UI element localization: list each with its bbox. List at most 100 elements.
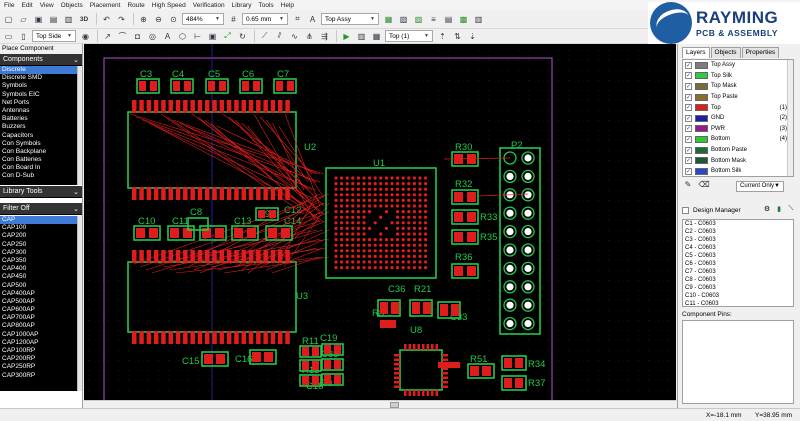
design-item[interactable]: C4 - C0603 xyxy=(683,244,793,252)
eraser-icon[interactable]: ⌫ xyxy=(698,180,710,192)
layer-row[interactable]: ✓ Bottom Mask xyxy=(683,155,793,166)
filter-dropdown[interactable]: Filter Off ⌄ xyxy=(0,203,82,215)
grid-icon[interactable]: # xyxy=(227,13,240,26)
layer-visible-checkbox[interactable]: ✓ xyxy=(685,72,692,80)
layer-row[interactable]: ✓ Top Paste xyxy=(683,92,793,103)
pcb-layout[interactable]: C3 C4 C5 C6 C7U2U1P2R30R32R33R35R36C10 C11C8C… xyxy=(84,44,676,400)
binoculars-icon[interactable]: ◉ xyxy=(79,30,92,43)
layer-row[interactable]: ✓ Top Assy xyxy=(683,60,793,71)
horizontal-scrollbar[interactable] xyxy=(84,400,676,408)
layer-visible-checkbox[interactable]: ✓ xyxy=(685,61,692,69)
component-category-item[interactable]: Buzzers xyxy=(0,123,82,131)
layer-stack-icon[interactable]: ▦ xyxy=(382,13,395,26)
stop-icon[interactable]: ▥ xyxy=(355,30,368,43)
menu-item[interactable]: High Speed xyxy=(152,2,186,9)
component-category-item[interactable]: Con Batteries xyxy=(0,156,82,164)
side-select[interactable]: Top Side ▼ xyxy=(32,30,76,42)
open-folder-icon[interactable]: ▱ xyxy=(17,13,30,26)
components-dropdown[interactable]: Components ⌄ xyxy=(0,54,82,66)
layer-visible-checkbox[interactable]: ✓ xyxy=(685,157,692,165)
layer-color-swatch[interactable] xyxy=(695,157,708,165)
component-category-item[interactable]: Net Ports xyxy=(0,99,82,107)
layer-color-swatch[interactable] xyxy=(695,82,708,90)
design-item[interactable]: C11 - C0603 xyxy=(683,300,793,306)
tab-objects[interactable]: Objects xyxy=(710,47,741,58)
design-item[interactable]: C6 - C0603 xyxy=(683,260,793,268)
layer-color-swatch[interactable] xyxy=(695,72,708,80)
pcb-canvas[interactable]: C3 C4 C5 C6 C7 U2 U1 P2 R30 R32 R33 R35 R36 C10 C11 C8 C… xyxy=(84,44,676,400)
menu-item[interactable]: Library xyxy=(232,2,252,9)
polygon-icon[interactable]: ⬡ xyxy=(176,30,189,43)
part-item[interactable]: CAP800AP xyxy=(0,322,82,330)
interactive-route-icon[interactable]: ⟋ xyxy=(258,30,271,43)
part-item[interactable]: CAP700AP xyxy=(0,314,82,322)
design-item[interactable]: C2 - C0603 xyxy=(683,228,793,236)
text-layer-icon[interactable]: A xyxy=(306,13,319,26)
layer-set-select[interactable]: Top Assy ▼ xyxy=(321,13,379,25)
layer-row[interactable]: ✓ Bottom Silk xyxy=(683,166,793,177)
zoom-select[interactable]: 484% ▼ xyxy=(182,13,224,25)
scrollbar[interactable] xyxy=(787,60,793,176)
layer-visible-checkbox[interactable]: ✓ xyxy=(685,146,692,154)
undo-icon[interactable]: ↶ xyxy=(100,13,113,26)
drc-icon[interactable]: ▨ xyxy=(412,13,425,26)
component-category-item[interactable]: Symbols xyxy=(0,82,82,90)
layer-row[interactable]: ✓ GND (2) xyxy=(683,113,793,124)
menu-item[interactable]: File xyxy=(4,2,14,9)
layer-visible-checkbox[interactable]: ✓ xyxy=(685,167,692,175)
route-arc-icon[interactable]: ⌒ xyxy=(116,30,129,43)
place-text-icon[interactable]: A xyxy=(161,30,174,43)
part-item[interactable]: CAP300RP xyxy=(0,372,82,380)
part-item[interactable]: CAP200 xyxy=(0,232,82,240)
length-tune-icon[interactable]: ∿ xyxy=(288,30,301,43)
design-manager-checkbox[interactable] xyxy=(682,206,689,214)
menu-item[interactable]: Verification xyxy=(193,2,225,9)
design-item[interactable]: C3 - C0603 xyxy=(683,236,793,244)
zoom-in-icon[interactable]: ⊕ xyxy=(137,13,150,26)
scrollbar[interactable] xyxy=(77,66,82,185)
tab-layers[interactable]: Layers xyxy=(682,47,710,58)
component-icon[interactable]: ▣ xyxy=(206,30,219,43)
part-item[interactable]: CAP1000AP xyxy=(0,331,82,339)
layer-color-swatch[interactable] xyxy=(695,104,708,112)
part-item[interactable]: CAP300 xyxy=(0,249,82,257)
layer-color-swatch[interactable] xyxy=(695,93,708,101)
part-item[interactable]: CAP400 xyxy=(0,265,82,273)
component-category-item[interactable]: Con Board In xyxy=(0,164,82,172)
menu-item[interactable]: Objects xyxy=(61,2,83,9)
component-category-item[interactable]: Capacitors xyxy=(0,132,82,140)
net-view-icon[interactable]: ⟍ xyxy=(786,205,796,215)
redo-icon[interactable]: ↷ xyxy=(115,13,128,26)
menu-item[interactable]: Edit xyxy=(21,2,32,9)
menu-item[interactable]: Tools xyxy=(258,2,273,9)
design-item[interactable]: C10 - C0603 xyxy=(683,292,793,300)
part-item[interactable]: CAP400AP xyxy=(0,290,82,298)
design-item[interactable]: C9 - C0603 xyxy=(683,284,793,292)
design-item[interactable]: C1 - C0603 xyxy=(683,220,793,228)
bom-icon[interactable]: ▩ xyxy=(457,13,470,26)
new-file-icon[interactable]: ▢ xyxy=(2,13,15,26)
view-3d-button[interactable]: 3D xyxy=(77,13,91,26)
part-item[interactable]: CAP250RP xyxy=(0,363,82,371)
part-item[interactable]: CAP350 xyxy=(0,257,82,265)
layer-row[interactable]: ✓ Top Silk xyxy=(683,71,793,82)
component-category-item[interactable]: Symbols EIC xyxy=(0,91,82,99)
save-icon[interactable]: ▣ xyxy=(32,13,45,26)
rotate-icon[interactable]: ↻ xyxy=(236,30,249,43)
layer-row[interactable]: ✓ Bottom (4) xyxy=(683,134,793,145)
part-item[interactable]: CAP250 xyxy=(0,241,82,249)
layer-visible-checkbox[interactable]: ✓ xyxy=(685,135,692,143)
layer-row[interactable]: ✓ Top Mask xyxy=(683,81,793,92)
part-item[interactable]: CAP500AP xyxy=(0,298,82,306)
layer-toggle-icon[interactable]: ▧ xyxy=(397,13,410,26)
layer-swap-icon[interactable]: ⇅ xyxy=(451,30,464,43)
layer-row[interactable]: ✓ Bottom Paste xyxy=(683,145,793,156)
pin-icon[interactable]: ✎ xyxy=(682,180,694,192)
part-item[interactable]: CAP100RP xyxy=(0,347,82,355)
layer-row[interactable]: ✓ PWR (3) xyxy=(683,124,793,135)
component-category-item[interactable]: Discrete xyxy=(0,66,82,75)
zoom-fit-icon[interactable]: ⊙ xyxy=(167,13,180,26)
route-line-icon[interactable]: ↗ xyxy=(101,30,114,43)
component-category-item[interactable]: Con Symbols xyxy=(0,140,82,148)
place-pad-icon[interactable]: ◘ xyxy=(131,30,144,43)
